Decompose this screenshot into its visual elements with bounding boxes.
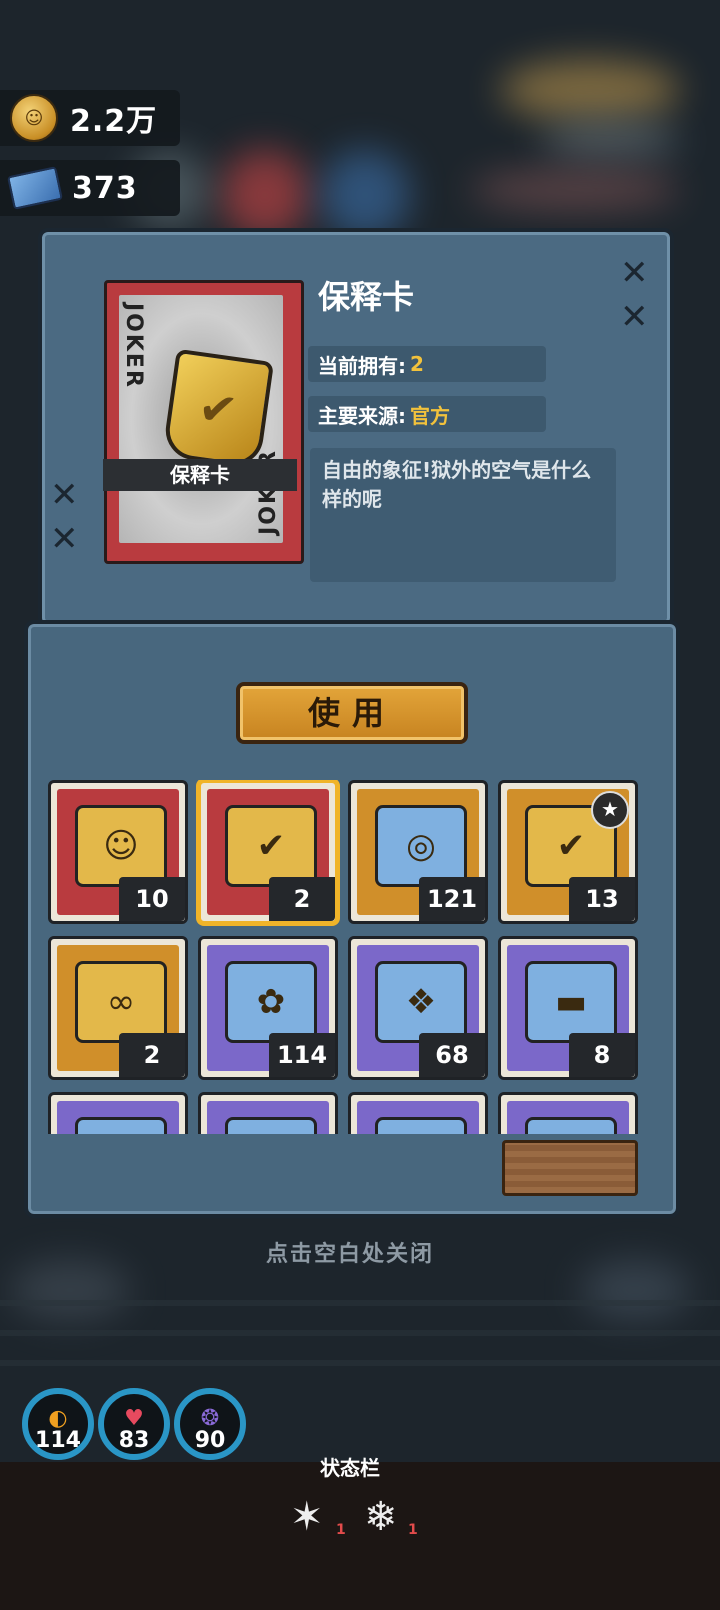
status-bar	[0, 1462, 720, 1610]
item-title: 保释卡	[318, 278, 415, 316]
inventory-slot[interactable]: ☺ 10	[48, 780, 188, 924]
owned-count-value: 2	[410, 352, 424, 376]
inventory-slot[interactable]: ■	[498, 1092, 638, 1134]
film-reel-icon: ◎	[375, 805, 467, 887]
status-effect-icon[interactable]: ✶	[290, 1494, 324, 1540]
brain-icon: ❂	[200, 1406, 220, 1431]
status-effect-count: 1	[408, 1522, 418, 1538]
star-badge-icon: ★	[591, 791, 629, 829]
inventory-grid: ☺10✔2◎121✔★13∞2✿114❖68▬8♜■■■	[48, 780, 638, 1134]
x-mark-decoration: ✕	[620, 253, 649, 293]
inventory-slot[interactable]: ◎ 121	[348, 780, 488, 924]
card-joker-text: JOKER	[121, 303, 146, 389]
inventory-slot[interactable]: ■	[198, 1092, 338, 1134]
inventory-slot[interactable]: ✿ 114	[198, 936, 338, 1080]
toy-ticket-icon: ✿	[225, 961, 317, 1043]
id-card-icon: ☺	[75, 805, 167, 887]
item-count: 10	[119, 877, 185, 921]
heart-icon: ♥	[124, 1406, 144, 1431]
inventory-slot[interactable]: ∞ 2	[48, 936, 188, 1080]
item-count: 68	[419, 1033, 485, 1077]
source-value: 官方	[410, 403, 450, 428]
item-icon: ■	[375, 1117, 467, 1134]
use-button[interactable]: 使用	[236, 682, 468, 744]
bottle-icon: ♜	[75, 1117, 167, 1134]
status-bar-title: 状态栏	[320, 1456, 380, 1480]
health-stat[interactable]: ♥ 83	[98, 1388, 170, 1460]
ticket-icon	[7, 166, 63, 210]
item-icon: ■	[225, 1117, 317, 1134]
x-mark-decoration: ✕	[50, 519, 79, 559]
card-name-label: 保释卡	[103, 459, 297, 491]
wooden-tab-button[interactable]	[502, 1140, 638, 1196]
item-card-preview: JOKER JOKER ✔ 保释卡	[103, 280, 304, 564]
inventory-grid-scroll[interactable]: ☺10✔2◎121✔★13∞2✿114❖68▬8♜■■■	[48, 780, 650, 1134]
item-count: 13	[569, 877, 635, 921]
item-count: 114	[269, 1033, 335, 1077]
hunger-icon: ◐	[48, 1406, 68, 1431]
item-count: 121	[419, 877, 485, 921]
item-description: 自由的象征!狱外的空气是什么样的呢	[310, 448, 616, 582]
snowflake-icon[interactable]: ❄	[364, 1494, 398, 1540]
sanity-stat[interactable]: ❂ 90	[174, 1388, 246, 1460]
ticket-counter: 373	[0, 160, 180, 216]
x-mark-decoration: ✕	[50, 475, 79, 515]
bail-card-icon: ✔	[225, 805, 317, 887]
item-count: 8	[569, 1033, 635, 1077]
coin-amount: 2.2万	[70, 104, 158, 139]
golden-card-icon: ∞	[75, 961, 167, 1043]
inventory-slot[interactable]: ✔ 2	[198, 780, 338, 924]
inventory-slot[interactable]: ■	[348, 1092, 488, 1134]
close-hint[interactable]: 点击空白处关闭	[0, 1236, 700, 1268]
source-row: 主要来源: 官方	[308, 396, 546, 432]
owned-count-row: 当前拥有: 2	[308, 346, 546, 382]
inventory-slot[interactable]: ♜	[48, 1092, 188, 1134]
blue-ticket-icon: ❖	[375, 961, 467, 1043]
item-count: 2	[269, 877, 335, 921]
ticket-amount: 373	[72, 170, 138, 206]
x-mark-decoration: ✕	[620, 297, 649, 337]
item-count: 2	[119, 1033, 185, 1077]
inventory-slot[interactable]: ✔ ★ 13	[498, 780, 638, 924]
coin-counter: ☺ 2.2万	[0, 90, 180, 146]
bail-card-icon: ✔	[161, 348, 275, 470]
inventory-slot[interactable]: ❖ 68	[348, 936, 488, 1080]
status-effect-count: 1	[336, 1522, 346, 1538]
sunglasses-map-icon: ▬	[525, 961, 617, 1043]
coin-icon: ☺	[10, 94, 58, 142]
hunger-stat[interactable]: ◐ 114	[22, 1388, 94, 1460]
inventory-slot[interactable]: ▬ 8	[498, 936, 638, 1080]
item-icon: ■	[525, 1117, 617, 1134]
